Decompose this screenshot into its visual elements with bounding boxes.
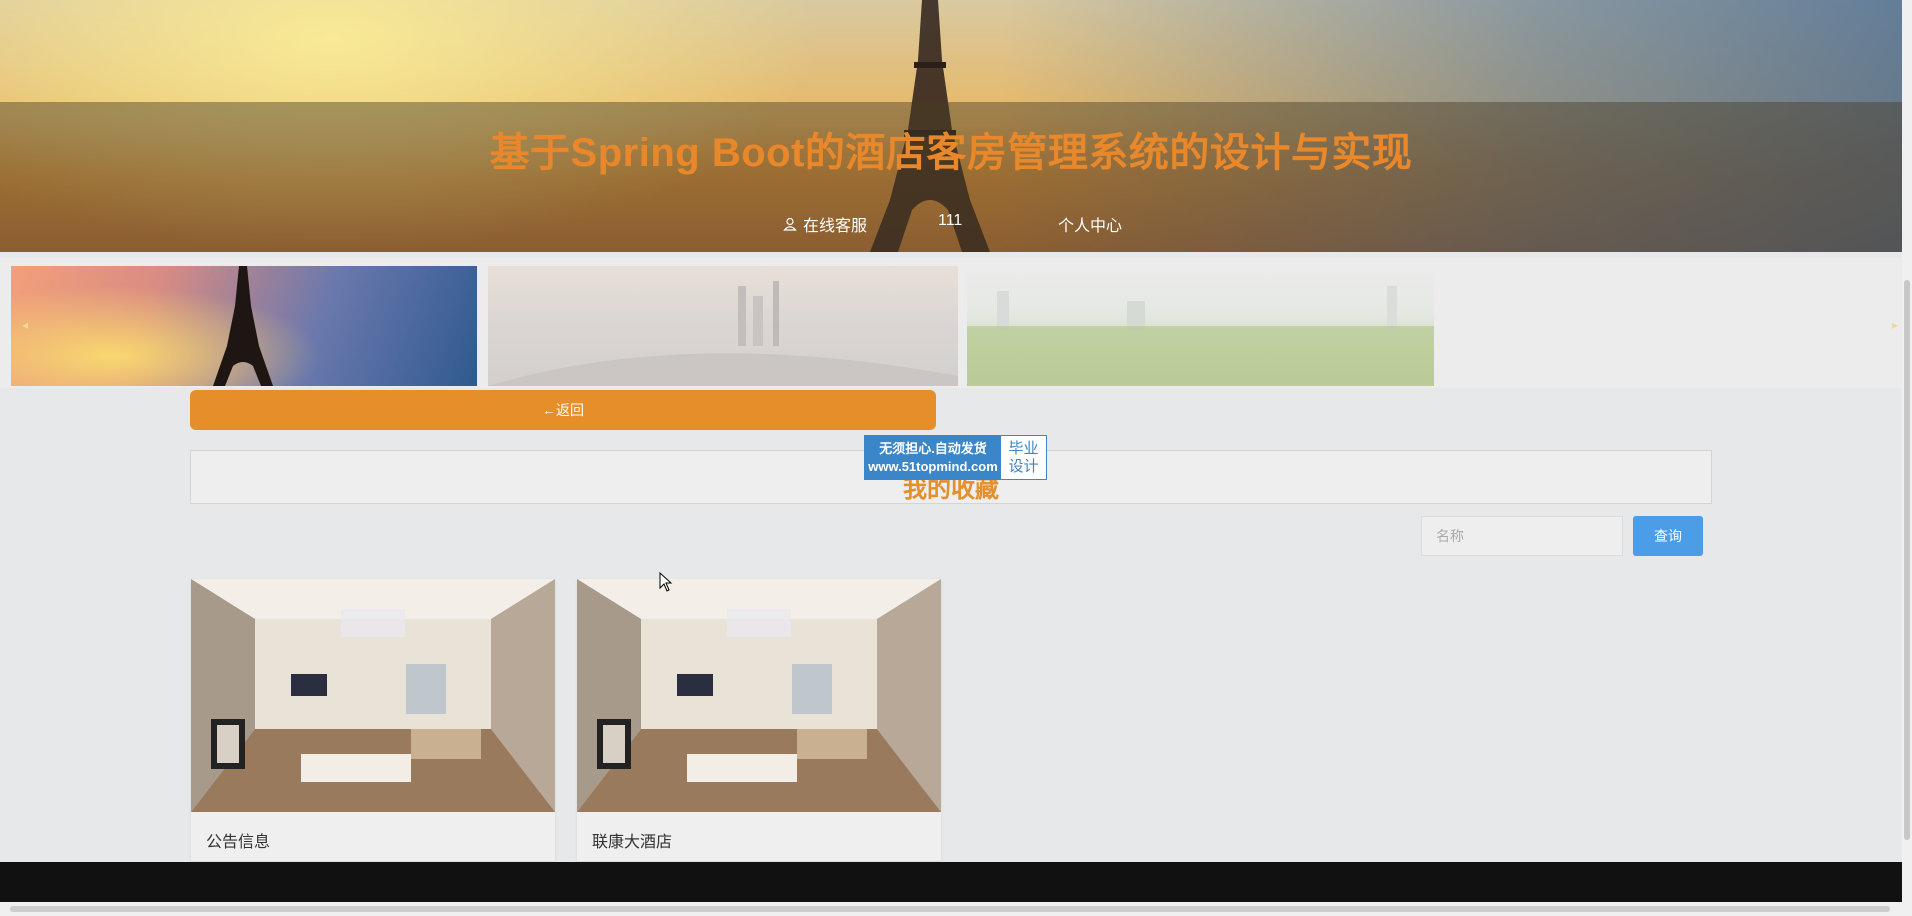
card-caption: 联康大酒店 bbox=[592, 834, 673, 851]
city-slide-image bbox=[488, 281, 958, 386]
park-slide-image bbox=[967, 286, 1434, 386]
search-button[interactable]: 查询 bbox=[1633, 516, 1703, 556]
carousel-slide-eiffel[interactable] bbox=[11, 266, 477, 386]
image-carousel: ◂ ▸ bbox=[0, 258, 1902, 388]
favorite-card[interactable]: 公告信息 bbox=[191, 579, 555, 861]
watermark-badge: 无须担心.自动发货 www.51topmind.com 毕业 设计 bbox=[864, 435, 1047, 480]
mouse-cursor-icon bbox=[659, 572, 673, 592]
site-title: 基于Spring Boot的酒店客房管理系统的设计与实现 bbox=[489, 131, 1413, 175]
watermark-line1: 无须担心.自动发货 bbox=[879, 440, 987, 456]
user-icon bbox=[783, 217, 797, 231]
horizontal-scroll-thumb[interactable] bbox=[10, 906, 1890, 912]
horizontal-scrollbar[interactable] bbox=[0, 902, 1912, 916]
watermark-right: 毕业 设计 bbox=[1001, 436, 1046, 479]
card-caption: 公告信息 bbox=[206, 834, 271, 851]
carousel-slide-park[interactable] bbox=[967, 266, 1434, 386]
room-photo bbox=[191, 579, 555, 812]
watermark-right-line1: 毕业 bbox=[1008, 439, 1039, 457]
watermark-right-line2: 设计 bbox=[1008, 457, 1039, 475]
footer bbox=[0, 862, 1902, 902]
vertical-scrollbar[interactable] bbox=[1902, 0, 1912, 902]
vertical-scroll-thumb[interactable] bbox=[1904, 280, 1910, 840]
room-photo bbox=[577, 579, 941, 812]
nav-online-service-label: 在线客服 bbox=[803, 218, 868, 235]
nav-user-number[interactable]: 111 bbox=[938, 212, 962, 230]
favorite-card[interactable]: 联康大酒店 bbox=[577, 579, 941, 861]
watermark-line2: www.51topmind.com bbox=[868, 458, 998, 474]
carousel-prev-icon[interactable]: ◂ bbox=[22, 318, 28, 332]
eiffel-slide-image bbox=[213, 266, 273, 386]
header-banner: 基于Spring Boot的酒店客房管理系统的设计与实现 在线客服 111 个人… bbox=[0, 0, 1902, 252]
search-name-input[interactable] bbox=[1421, 516, 1623, 556]
watermark-left: 无须担心.自动发货 www.51topmind.com bbox=[865, 436, 1001, 479]
carousel-next-icon[interactable]: ▸ bbox=[1892, 318, 1898, 332]
back-button[interactable]: ←返回 bbox=[190, 390, 936, 430]
nav-personal-center[interactable]: 个人中心 bbox=[1058, 212, 1122, 236]
top-nav: 在线客服 111 个人中心 bbox=[0, 212, 1902, 235]
carousel-slide-city[interactable] bbox=[488, 266, 958, 386]
nav-online-service[interactable]: 在线客服 bbox=[783, 212, 867, 236]
